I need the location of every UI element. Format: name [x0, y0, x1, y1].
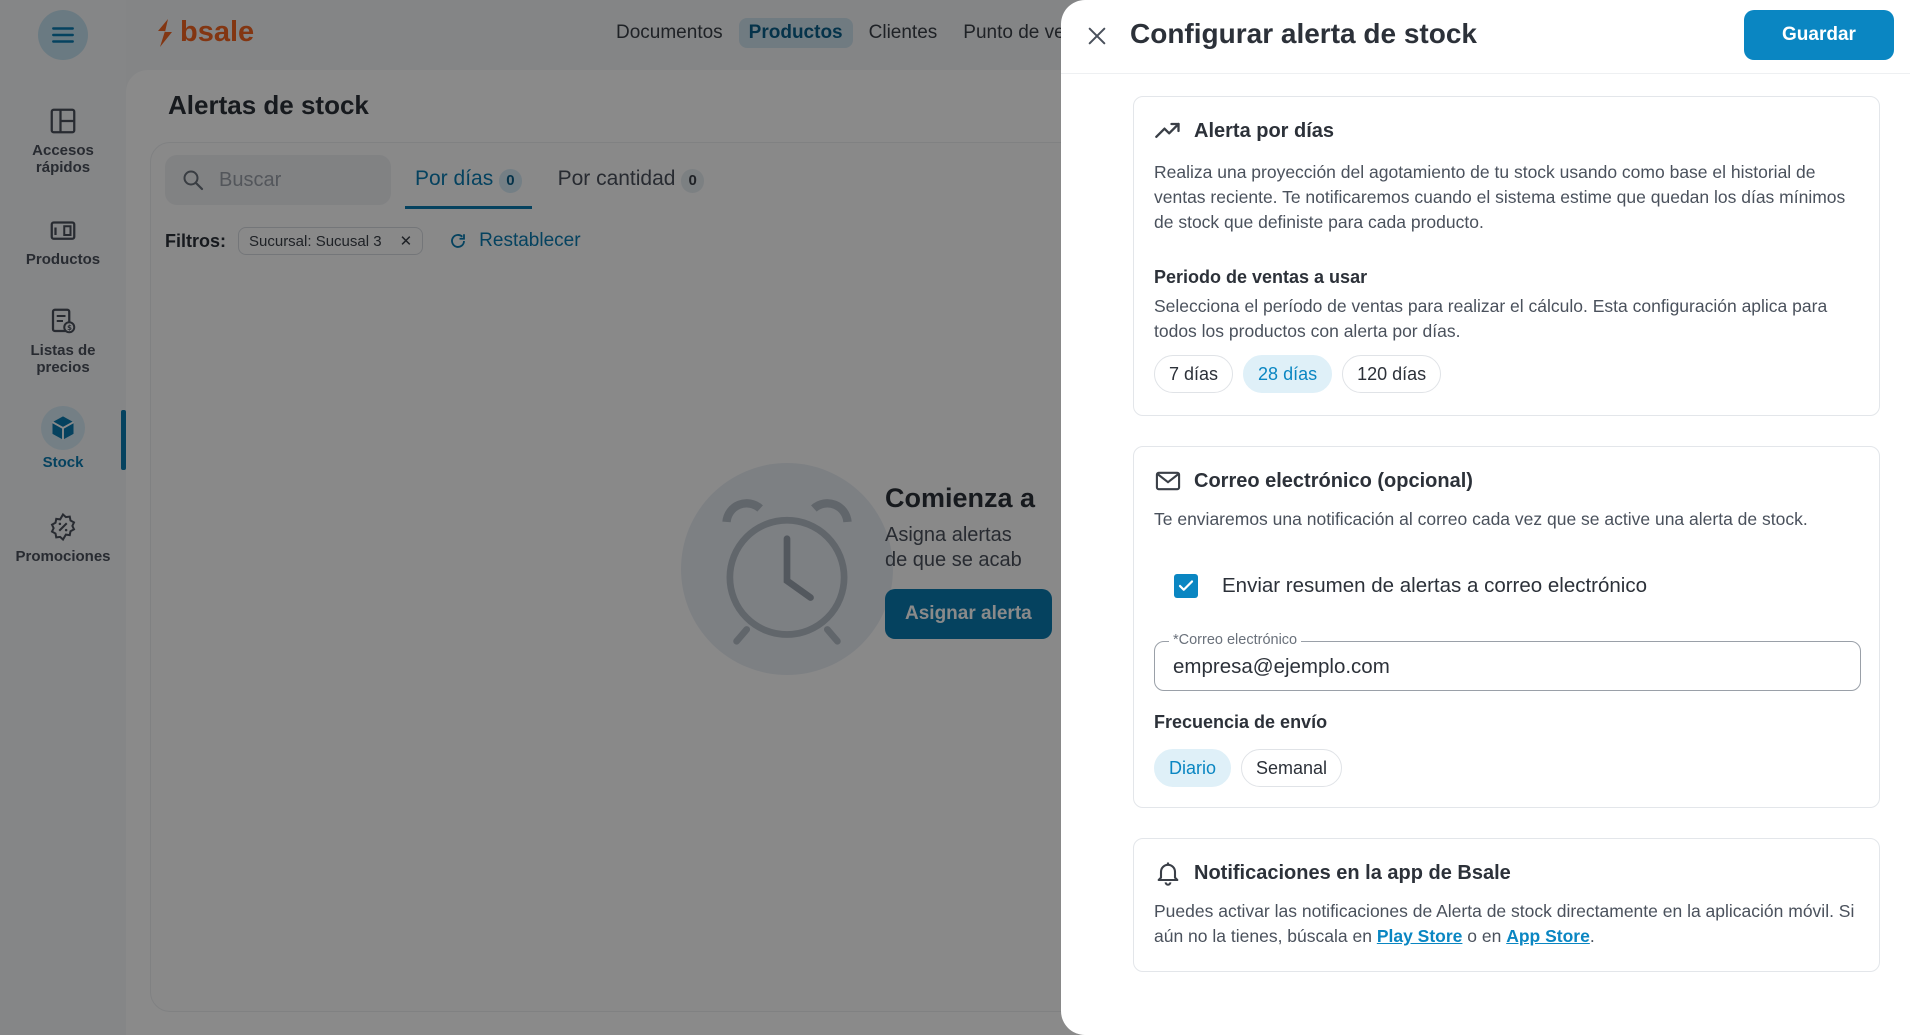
period-options: 7 días 28 días 120 días: [1154, 355, 1442, 393]
section-description: Te enviaremos una notificación al correo…: [1154, 509, 1808, 529]
trending-up-icon: [1155, 122, 1180, 138]
frequency-option-diario[interactable]: Diario: [1154, 749, 1232, 787]
close-icon: [1088, 27, 1106, 45]
section-description: Puedes activar las notificaciones de Ale…: [1154, 899, 1864, 949]
bell-icon: [1157, 862, 1179, 886]
frequency-title: Frecuencia de envío: [1154, 712, 1328, 732]
mail-icon: [1155, 471, 1181, 491]
check-icon: [1178, 580, 1194, 591]
app-notifications-section: Notificaciones en la app de Bsale Puedes…: [1133, 838, 1880, 972]
close-drawer-button[interactable]: [1081, 20, 1113, 52]
period-title: Periodo de ventas a usar: [1154, 267, 1368, 287]
save-button[interactable]: Guardar: [1744, 10, 1894, 60]
drawer-header: Configurar alerta de stock Guardar: [1061, 0, 1910, 74]
email-summary-checkbox-row[interactable]: Enviar resumen de alertas a correo elect…: [1174, 574, 1647, 598]
section-header: Notificaciones en la app de Bsale: [1154, 859, 1511, 887]
period-option-7[interactable]: 7 días: [1154, 355, 1234, 393]
email-field-label: *Correo electrónico: [1169, 632, 1302, 648]
section-title: Alerta por días: [1194, 119, 1335, 142]
app-store-link[interactable]: App Store: [1506, 926, 1590, 946]
email-field-value[interactable]: empresa@ejemplo.com: [1173, 655, 1390, 679]
period-option-120[interactable]: 120 días: [1342, 355, 1442, 393]
play-store-link[interactable]: Play Store: [1377, 926, 1463, 946]
drawer-title: Configurar alerta de stock: [1130, 18, 1477, 49]
days-alert-section: Alerta por días Realiza una proyección d…: [1133, 96, 1880, 416]
period-description: Selecciona el período de ventas para rea…: [1154, 296, 1828, 341]
section-header: Alerta por días: [1154, 117, 1334, 145]
section-header: Correo electrónico (opcional): [1154, 467, 1473, 495]
email-section: Correo electrónico (opcional) Te enviare…: [1133, 446, 1880, 808]
checkbox-label: Enviar resumen de alertas a correo elect…: [1222, 574, 1648, 597]
email-field[interactable]: *Correo electrónico empresa@ejemplo.com: [1154, 632, 1861, 691]
period-option-28[interactable]: 28 días: [1243, 355, 1333, 393]
frequency-option-semanal[interactable]: Semanal: [1241, 749, 1343, 787]
app-text-part: o en: [1462, 926, 1507, 946]
section-description: Realiza una proyección del agotamiento d…: [1154, 162, 1846, 232]
section-title: Notificaciones en la app de Bsale: [1194, 861, 1511, 884]
section-title: Correo electrónico (opcional): [1194, 469, 1473, 492]
configure-alert-drawer: Configurar alerta de stock Guardar Alert…: [1061, 0, 1910, 1035]
app-text-part: .: [1589, 926, 1595, 946]
frequency-options: Diario Semanal: [1154, 749, 1343, 787]
email-summary-checkbox[interactable]: [1174, 574, 1198, 598]
